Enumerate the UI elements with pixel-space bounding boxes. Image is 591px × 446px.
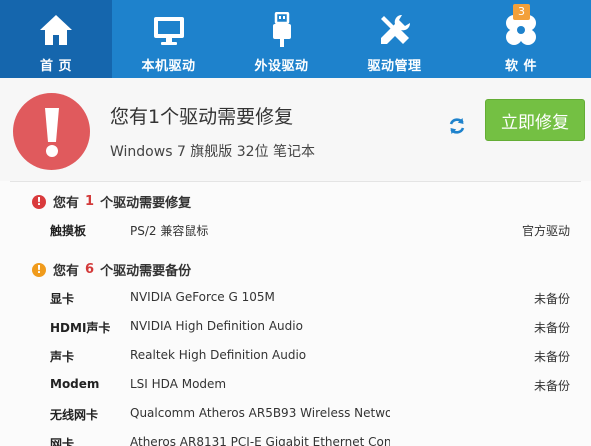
driver-row[interactable]: 显卡 NVIDIA GeForce G 105M 未备份 [0, 283, 591, 312]
driver-name: Realtek High Definition Audio [130, 348, 307, 362]
driver-row[interactable]: 无线网卡 Qualcomm Atheros AR5B93 Wireless Ne… [0, 399, 591, 428]
driver-row[interactable]: 网卡 Atheros AR8131 PCI-E Gigabit Ethernet… [0, 428, 591, 446]
driver-row[interactable]: HDMI声卡 NVIDIA High Definition Audio 未备份 [0, 312, 591, 341]
repair-section-header: ! 您有 1 个驱动需要修复 [32, 192, 191, 211]
tab-driver-management-label: 驱动管理 [367, 59, 422, 74]
tab-local-drivers[interactable]: 本机驱动 [112, 0, 225, 78]
tab-local-drivers-label: 本机驱动 [141, 59, 196, 74]
tab-software[interactable]: 软 件 3 [451, 0, 591, 78]
device-type: 无线网卡 [50, 408, 99, 422]
tab-home-label: 首 页 [39, 59, 73, 74]
driver-status: 未备份 [533, 379, 570, 393]
driver-status: 未备份 [533, 350, 570, 364]
error-icon: ! [32, 194, 46, 209]
driver-status: 未备份 [533, 292, 570, 306]
divider [10, 181, 581, 182]
device-type: 触摸板 [50, 224, 87, 238]
driver-name: Atheros AR8131 PCI-E Gigabit Ethernet Co… [130, 435, 390, 446]
tab-driver-management[interactable]: 驱动管理 [338, 0, 451, 78]
repair-suffix: 个驱动需要修复 [100, 196, 192, 211]
repair-prefix: 您有 [53, 196, 80, 211]
device-type: 显卡 [50, 292, 75, 306]
device-type: 网卡 [50, 437, 75, 446]
software-count-badge: 3 [513, 4, 530, 20]
tab-peripheral-drivers-label: 外设驱动 [254, 59, 309, 74]
usb-icon [262, 10, 302, 50]
warning-icon: ! [32, 262, 46, 277]
device-type: HDMI声卡 [50, 321, 111, 335]
driver-row[interactable]: 声卡 Realtek High Definition Audio 未备份 [0, 341, 591, 370]
driver-status: 官方驱动 [521, 224, 570, 238]
driver-name: LSI HDA Modem [130, 377, 227, 391]
top-navigation: 首 页 本机驱动 外设驱动 驱动管理 软 件 3 [0, 0, 591, 78]
backup-section-header: ! 您有 6 个驱动需要备份 [32, 260, 191, 279]
driver-status: 未备份 [533, 321, 570, 335]
repair-count: 1 [85, 194, 95, 209]
tab-peripheral-drivers[interactable]: 外设驱动 [225, 0, 338, 78]
driver-name: NVIDIA GeForce G 105M [130, 290, 275, 304]
refresh-icon[interactable] [447, 116, 467, 136]
system-info: Windows 7 旗舰版 32位 笔记本 [110, 144, 316, 160]
tools-icon [375, 10, 415, 50]
driver-row[interactable]: Modem LSI HDA Modem 未备份 [0, 370, 591, 399]
driver-name: PS/2 兼容鼠标 [130, 224, 209, 238]
driver-summary-panel: 您有1个驱动需要修复 Windows 7 旗舰版 32位 笔记本 立即修复 [0, 78, 591, 181]
driver-name: NVIDIA High Definition Audio [130, 319, 303, 333]
tab-software-label: 软 件 [504, 59, 538, 74]
home-icon [36, 10, 76, 50]
fix-now-button[interactable]: 立即修复 [485, 99, 585, 141]
backup-count: 6 [85, 262, 95, 277]
driver-name: Qualcomm Atheros AR5B93 Wireless Netwo [130, 406, 390, 420]
exclamation-alert-icon [13, 93, 90, 170]
tab-home[interactable]: 首 页 [0, 0, 112, 78]
summary-title: 您有1个驱动需要修复 [110, 106, 294, 128]
backup-suffix: 个驱动需要备份 [100, 264, 192, 279]
driver-row[interactable]: 触摸板 PS/2 兼容鼠标 官方驱动 [0, 215, 591, 244]
device-type: 声卡 [50, 350, 75, 364]
backup-prefix: 您有 [53, 264, 80, 279]
device-type: Modem [50, 377, 100, 391]
monitor-icon [149, 10, 189, 50]
